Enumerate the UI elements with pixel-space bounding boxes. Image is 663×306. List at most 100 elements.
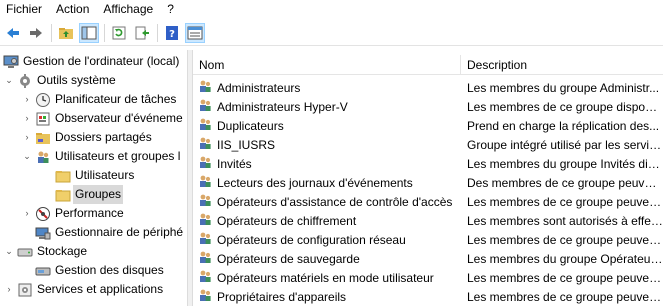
tree-item-label: Gestion de l'ordinateur (local) xyxy=(23,54,180,68)
group-name-cell: Administrateurs xyxy=(193,78,461,97)
group-name-cell: Opérateurs de configuration réseau xyxy=(193,230,461,249)
group-name-cell: Duplicateurs xyxy=(193,116,461,135)
group-name: Administrateurs xyxy=(217,80,301,95)
tree-item-label: Utilisateurs xyxy=(75,168,135,182)
refresh-icon[interactable] xyxy=(109,23,129,43)
tree-item-storage[interactable]: ⌄ Stockage xyxy=(4,242,87,261)
tree-item-label: Gestionnaire de périphé xyxy=(55,225,184,239)
list-item[interactable]: IIS_IUSRS Groupe intégré utilisé par les … xyxy=(193,135,663,154)
group-name: IIS_IUSRS xyxy=(217,137,276,152)
chevron-right-icon[interactable]: › xyxy=(22,109,32,128)
tree-item-shared-folders[interactable]: › Dossiers partagés xyxy=(22,128,152,147)
group-name-cell: Opérateurs matériels en mode utilisateur xyxy=(193,268,461,287)
event-viewer-icon xyxy=(35,111,51,127)
export-list-icon[interactable] xyxy=(132,23,152,43)
console-tree: Gestion de l'ordinateur (local) ⌄ Outils… xyxy=(0,50,187,306)
help-icon[interactable]: ? xyxy=(162,23,182,43)
group-description: Les membres du groupe Administr... xyxy=(467,80,660,95)
tree-item-services-applications[interactable]: › Services et applications xyxy=(4,280,163,299)
list-item[interactable]: Opérateurs de configuration réseau Les me… xyxy=(193,230,663,249)
list-item[interactable]: Opérateurs de sauvegarde Les membres du g… xyxy=(193,249,663,268)
list-item[interactable]: Opérateurs matériels en mode utilisateur… xyxy=(193,268,663,287)
group-icon xyxy=(197,154,217,173)
chevron-down-icon[interactable]: ⌄ xyxy=(22,147,32,166)
group-name-cell: Lecteurs des journaux d'événements xyxy=(193,173,461,192)
group-description: Des membres de ce groupe peuven... xyxy=(467,175,663,190)
clock-icon xyxy=(35,92,51,108)
menu-affichage[interactable]: Affichage xyxy=(96,0,160,19)
group-name: Opérateurs de sauvegarde xyxy=(217,251,360,266)
tree-item-label: Utilisateurs et groupes l xyxy=(55,149,181,163)
group-name: Invités xyxy=(217,156,252,171)
list-item[interactable]: Administrateurs Les membres du groupe Adm… xyxy=(193,78,663,97)
group-icon xyxy=(197,116,217,135)
folder-icon xyxy=(55,168,71,184)
list-item[interactable]: Lecteurs des journaux d'événements Des me… xyxy=(193,173,663,192)
list-item[interactable]: Opérateurs d'assistance de contrôle d'ac… xyxy=(193,192,663,211)
menu-help[interactable]: ? xyxy=(160,0,181,19)
tree-item-label: Performance xyxy=(55,206,124,220)
list-item[interactable]: Administrateurs Hyper-V Les membres de ce… xyxy=(193,97,663,116)
forward-arrow-icon[interactable] xyxy=(26,23,46,43)
group-name-cell: Invités xyxy=(193,154,461,173)
up-folder-icon[interactable] xyxy=(56,23,76,43)
group-name: Propriétaires d'appareils xyxy=(217,289,347,304)
toolbar-separator xyxy=(104,23,105,42)
menu-fichier[interactable]: Fichier xyxy=(0,0,49,19)
group-name: Opérateurs d'assistance de contrôle d'ac… xyxy=(217,194,453,209)
properties-icon[interactable] xyxy=(185,22,205,43)
chevron-right-icon[interactable]: › xyxy=(22,90,32,109)
toolbar: ? xyxy=(0,20,663,46)
tree-item-local-users-groups[interactable]: ⌄ Utilisateurs et groupes l xyxy=(22,147,180,166)
group-icon xyxy=(197,268,217,287)
shared-folders-icon xyxy=(35,130,51,146)
tree-item-label: Gestion des disques xyxy=(55,263,164,277)
group-name-cell: IIS_IUSRS xyxy=(193,135,461,154)
list-item[interactable]: Propriétaires d'appareils Les membres de … xyxy=(193,287,663,306)
group-name-cell: Administrateurs Hyper-V xyxy=(193,97,461,116)
tree-item-label: Stockage xyxy=(37,244,88,258)
group-icon xyxy=(197,78,217,97)
group-description: Les membres de ce groupe peuven... xyxy=(467,289,663,304)
tree-item-disk-management[interactable]: Gestion des disques xyxy=(35,261,164,280)
chevron-right-icon[interactable]: › xyxy=(22,128,32,147)
performance-icon xyxy=(35,206,51,222)
device-manager-icon xyxy=(35,225,51,241)
storage-icon xyxy=(17,244,33,260)
group-description: Les membres de ce groupe peuven... xyxy=(467,270,663,285)
group-name-cell: Opérateurs d'assistance de contrôle d'ac… xyxy=(193,192,461,211)
tree-item-label: Dossiers partagés xyxy=(55,130,152,144)
chevron-down-icon[interactable]: ⌄ xyxy=(4,71,14,90)
tree-item-performance[interactable]: › Performance xyxy=(22,204,124,223)
tree-item-users[interactable]: Utilisateurs xyxy=(55,166,134,185)
tree-item-label: Observateur d'événeme xyxy=(55,111,183,125)
group-icon xyxy=(197,287,217,306)
chevron-down-icon[interactable]: ⌄ xyxy=(4,242,14,261)
chevron-right-icon[interactable]: › xyxy=(4,280,14,299)
show-hide-tree-icon[interactable] xyxy=(79,22,99,43)
group-description: Les membres du groupe Invités dis... xyxy=(467,156,663,171)
menu-action[interactable]: Action xyxy=(49,0,96,19)
tree-item-groups[interactable]: Groupes xyxy=(55,185,124,204)
tree-item-event-viewer[interactable]: › Observateur d'événeme xyxy=(22,109,183,128)
column-header-description[interactable]: Description xyxy=(461,55,663,75)
group-name: Lecteurs des journaux d'événements xyxy=(217,175,413,190)
tree-item-system-tools[interactable]: ⌄ Outils système xyxy=(4,71,116,90)
list-item[interactable]: Duplicateurs Prend en charge la réplicati… xyxy=(193,116,663,135)
back-arrow-icon[interactable] xyxy=(3,23,23,43)
tree-item-task-scheduler[interactable]: › Planificateur de tâches xyxy=(22,90,176,109)
svg-text:?: ? xyxy=(169,29,175,40)
group-description: Les membres de ce groupe dispose... xyxy=(467,99,663,114)
computer-management-icon xyxy=(3,54,19,70)
toolbar-separator xyxy=(157,23,158,42)
group-icon xyxy=(197,211,217,230)
chevron-right-icon[interactable]: › xyxy=(22,204,32,223)
list-item[interactable]: Opérateurs de chiffrement Les membres son… xyxy=(193,211,663,230)
column-header-name[interactable]: Nom xyxy=(193,55,461,75)
tree-item-computer-management[interactable]: Gestion de l'ordinateur (local) xyxy=(3,52,179,71)
list-item[interactable]: Invités Les membres du groupe Invités dis… xyxy=(193,154,663,173)
tree-item-device-manager[interactable]: Gestionnaire de périphé xyxy=(35,223,183,242)
group-description: Les membres du groupe Opérateur... xyxy=(467,251,663,266)
group-name: Administrateurs Hyper-V xyxy=(217,99,348,114)
group-icon xyxy=(197,173,217,192)
